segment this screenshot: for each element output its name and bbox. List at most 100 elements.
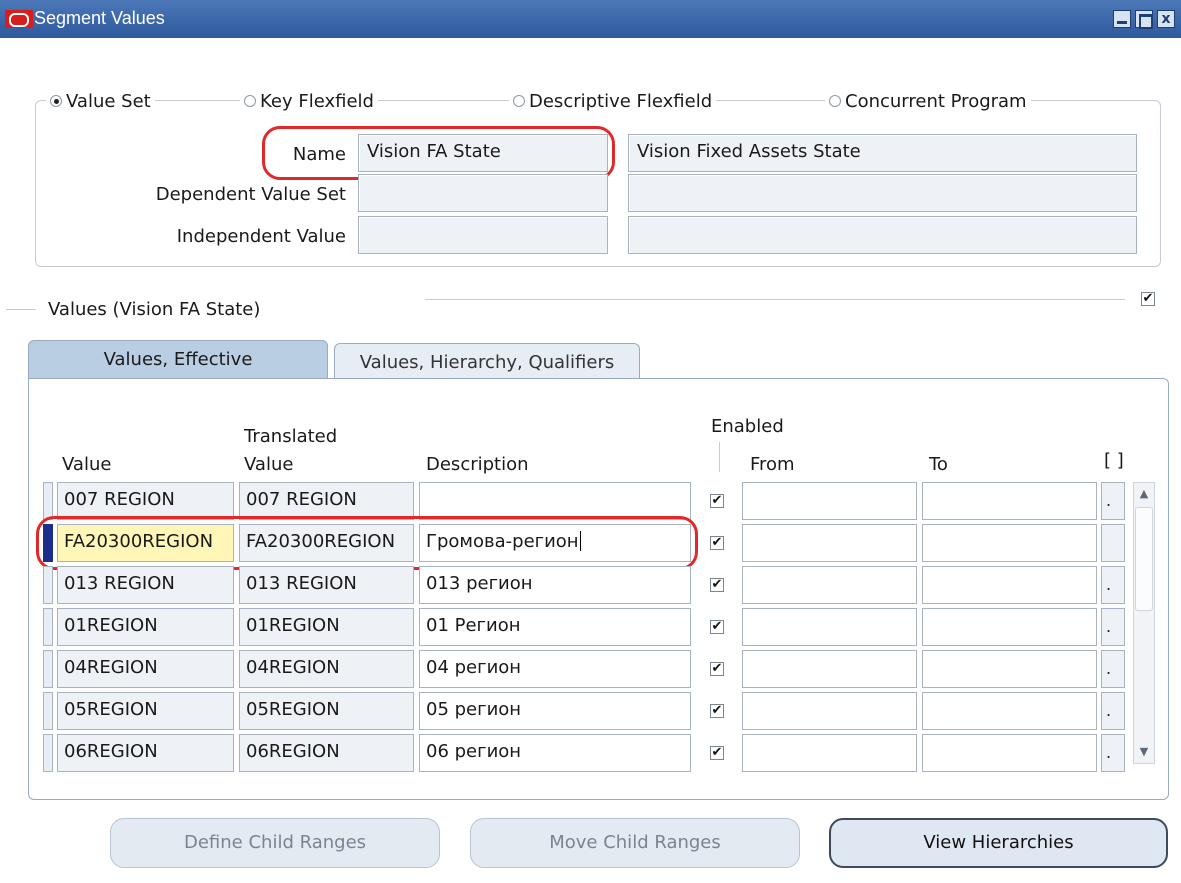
dependent-description-field[interactable] — [628, 174, 1137, 212]
column-header-dff: [ ] — [1104, 450, 1124, 471]
translated-value-cell[interactable]: 01REGION — [239, 608, 414, 646]
radio-value-set[interactable]: Value Set — [46, 91, 155, 112]
row-indicator[interactable] — [43, 734, 53, 772]
translated-value-cell[interactable]: 013 REGION — [239, 566, 414, 604]
from-date-cell[interactable] — [742, 692, 917, 730]
radio-key-flexfield-label: Key Flexfield — [260, 91, 374, 112]
row-indicator[interactable] — [43, 482, 53, 520]
dff-cell[interactable]: . — [1101, 734, 1125, 772]
dff-cell[interactable]: . — [1101, 692, 1125, 730]
translated-value-cell[interactable]: 06REGION — [239, 734, 414, 772]
from-date-cell[interactable] — [742, 608, 917, 646]
independent-value-field[interactable] — [358, 216, 608, 254]
scroll-up-icon[interactable]: ▲ — [1134, 483, 1154, 505]
name-description-field[interactable]: Vision Fixed Assets State — [628, 134, 1137, 172]
enabled-checkbox[interactable]: ✔ — [710, 746, 724, 760]
row-highlight-annotation — [36, 516, 698, 570]
column-header-enabled: Enabled — [711, 416, 784, 437]
translated-value-cell[interactable]: 05REGION — [239, 692, 414, 730]
to-date-cell[interactable] — [922, 482, 1097, 520]
dff-cell[interactable]: . — [1101, 608, 1125, 646]
radio-unselected-icon[interactable] — [513, 95, 525, 107]
row-indicator[interactable] — [43, 608, 53, 646]
scrollbar-thumb[interactable] — [1135, 507, 1153, 611]
enabled-checkbox[interactable]: ✔ — [710, 704, 724, 718]
define-child-ranges-button[interactable]: Define Child Ranges — [110, 818, 440, 868]
to-date-cell[interactable] — [922, 608, 1097, 646]
radio-descriptive-flexfield-label: Descriptive Flexfield — [529, 91, 713, 112]
window-titlebar: Segment Values x — [0, 0, 1181, 38]
enabled-checkbox[interactable]: ✔ — [710, 662, 724, 676]
move-child-ranges-button[interactable]: Move Child Ranges — [470, 818, 800, 868]
column-header-description: Description — [426, 454, 529, 475]
description-cell[interactable]: 013 регион — [419, 566, 691, 604]
enabled-checkbox[interactable]: ✔ — [710, 494, 724, 508]
description-cell[interactable]: 06 регион — [419, 734, 691, 772]
to-date-cell[interactable] — [922, 566, 1097, 604]
section-divider — [6, 309, 36, 310]
section-divider — [425, 299, 1125, 300]
scroll-down-icon[interactable]: ▼ — [1134, 741, 1154, 763]
dff-cell[interactable] — [1101, 524, 1125, 562]
enabled-divider — [719, 442, 720, 472]
description-cell[interactable]: 01 Регион — [419, 608, 691, 646]
close-button[interactable]: x — [1157, 10, 1175, 28]
radio-unselected-icon[interactable] — [244, 95, 256, 107]
description-cell[interactable]: 04 регион — [419, 650, 691, 688]
dff-cell[interactable]: . — [1101, 566, 1125, 604]
view-hierarchies-button[interactable]: View Hierarchies — [829, 818, 1168, 868]
tab-values-effective[interactable]: Values, Effective — [28, 340, 328, 380]
enabled-checkbox[interactable]: ✔ — [710, 536, 724, 550]
enabled-checkbox[interactable]: ✔ — [710, 620, 724, 634]
from-date-cell[interactable] — [742, 566, 917, 604]
tab-values-hierarchy-qualifiers[interactable]: Values, Hierarchy, Qualifiers — [334, 343, 640, 380]
column-header-translated-value: Value — [244, 454, 294, 475]
radio-concurrent-program-label: Concurrent Program — [845, 91, 1027, 112]
from-date-cell[interactable] — [742, 650, 917, 688]
value-cell[interactable]: 01REGION — [57, 608, 234, 646]
column-header-translated: Translated — [244, 426, 338, 447]
radio-unselected-icon[interactable] — [829, 95, 841, 107]
description-cell[interactable]: 05 регион — [419, 692, 691, 730]
to-date-cell[interactable] — [922, 734, 1097, 772]
radio-descriptive-flexfield[interactable]: Descriptive Flexfield — [509, 91, 717, 112]
radio-concurrent-program[interactable]: Concurrent Program — [825, 91, 1031, 112]
value-cell[interactable]: 013 REGION — [57, 566, 234, 604]
from-date-cell[interactable] — [742, 524, 917, 562]
dff-cell[interactable]: . — [1101, 650, 1125, 688]
value-cell[interactable]: 04REGION — [57, 650, 234, 688]
values-section-title: Values (Vision FA State) — [48, 299, 261, 320]
independent-description-field[interactable] — [628, 216, 1137, 254]
column-header-to: To — [929, 454, 948, 475]
dff-cell[interactable]: . — [1101, 482, 1125, 520]
dependent-value-set-field[interactable] — [358, 174, 608, 212]
table-scrollbar[interactable]: ▲ ▼ — [1133, 482, 1155, 764]
to-date-cell[interactable] — [922, 650, 1097, 688]
row-indicator[interactable] — [43, 650, 53, 688]
independent-value-label: Independent Value — [176, 226, 346, 247]
enabled-checkbox[interactable]: ✔ — [710, 578, 724, 592]
from-date-cell[interactable] — [742, 734, 917, 772]
row-indicator[interactable] — [43, 566, 53, 604]
column-header-from: From — [750, 454, 795, 475]
name-highlight-annotation — [262, 126, 615, 180]
to-date-cell[interactable] — [922, 692, 1097, 730]
maximize-button[interactable] — [1135, 10, 1153, 29]
minimize-button[interactable] — [1113, 10, 1131, 28]
to-date-cell[interactable] — [922, 524, 1097, 562]
window-title: Segment Values — [34, 8, 165, 28]
translated-value-cell[interactable]: 04REGION — [239, 650, 414, 688]
from-date-cell[interactable] — [742, 482, 917, 520]
radio-key-flexfield[interactable]: Key Flexfield — [240, 91, 378, 112]
row-indicator[interactable] — [43, 692, 53, 730]
values-section-checkbox[interactable]: ✔ — [1141, 292, 1155, 306]
description-cell[interactable] — [419, 482, 691, 520]
value-cell[interactable]: 007 REGION — [57, 482, 234, 520]
dependent-value-set-label: Dependent Value Set — [155, 184, 346, 205]
translated-value-cell[interactable]: 007 REGION — [239, 482, 414, 520]
value-cell[interactable]: 06REGION — [57, 734, 234, 772]
radio-value-set-label: Value Set — [66, 91, 151, 112]
column-header-value: Value — [62, 454, 112, 475]
radio-selected-icon[interactable] — [50, 95, 62, 107]
value-cell[interactable]: 05REGION — [57, 692, 234, 730]
